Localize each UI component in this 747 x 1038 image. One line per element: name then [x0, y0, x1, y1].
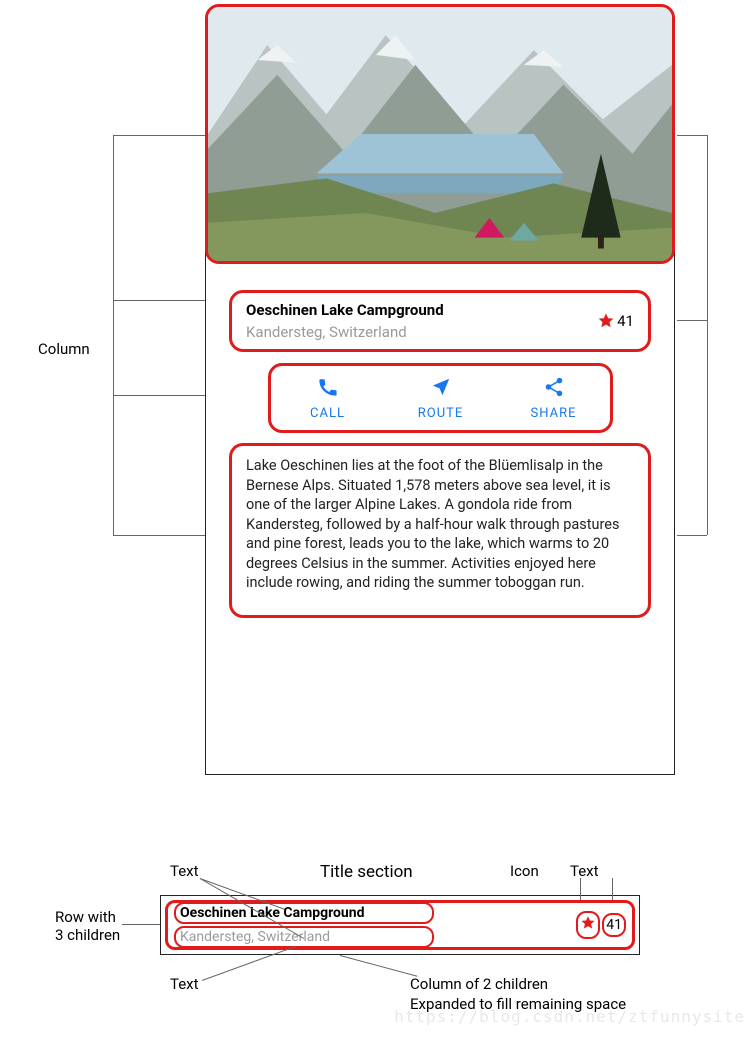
annotation-col-2: Column of 2 children: [410, 975, 548, 993]
description-text: Lake Oeschinen lies at the foot of the B…: [246, 457, 619, 591]
watermark: https://blog.csdn.net/ztfunnysite: [394, 1007, 745, 1026]
detail-text-column: Oeschinen Lake Campground Kandersteg, Sw…: [174, 902, 574, 948]
detail-row: Oeschinen Lake Campground Kandersteg, Sw…: [165, 900, 635, 950]
near-me-icon: [430, 376, 452, 398]
call-label: CALL: [310, 406, 345, 421]
annotation-column-label: Column: [38, 340, 90, 358]
annotation-icon: Icon: [510, 862, 539, 880]
detail-title: Oeschinen Lake Campground: [174, 902, 434, 924]
annotation-text-3: Text: [570, 862, 599, 880]
call-button[interactable]: CALL: [271, 366, 384, 430]
action-row: CALL ROUTE SHARE: [268, 363, 613, 433]
rating-value: 41: [617, 312, 634, 330]
share-button[interactable]: SHARE: [497, 366, 610, 430]
detail-rating-value: 41: [602, 913, 626, 937]
detail-star: [576, 911, 600, 939]
route-label: ROUTE: [418, 406, 464, 421]
share-label: SHARE: [531, 406, 577, 421]
hero-image: [205, 4, 675, 264]
annotation-row-with: Row with: [55, 908, 116, 926]
annotation-3-children: 3 children: [55, 926, 120, 944]
title-text-column: Oeschinen Lake Campground Kandersteg, Sw…: [246, 301, 597, 341]
detail-rating: 41: [576, 911, 626, 939]
star-icon: [597, 312, 615, 330]
annotation-text-1: Text: [170, 862, 199, 880]
route-button[interactable]: ROUTE: [384, 366, 497, 430]
star-icon: [580, 915, 596, 931]
rating: 41: [597, 312, 634, 330]
annotation-text-2: Text: [170, 975, 199, 993]
share-icon: [543, 376, 565, 398]
title-section: Oeschinen Lake Campground Kandersteg, Sw…: [229, 290, 651, 352]
place-location: Kandersteg, Switzerland: [246, 323, 597, 341]
phone-icon: [317, 376, 339, 398]
detail-heading: Title section: [320, 862, 413, 882]
place-title: Oeschinen Lake Campground: [246, 301, 597, 319]
description-section: Lake Oeschinen lies at the foot of the B…: [229, 443, 651, 618]
detail-row-box: Oeschinen Lake Campground Kandersteg, Sw…: [160, 895, 640, 955]
